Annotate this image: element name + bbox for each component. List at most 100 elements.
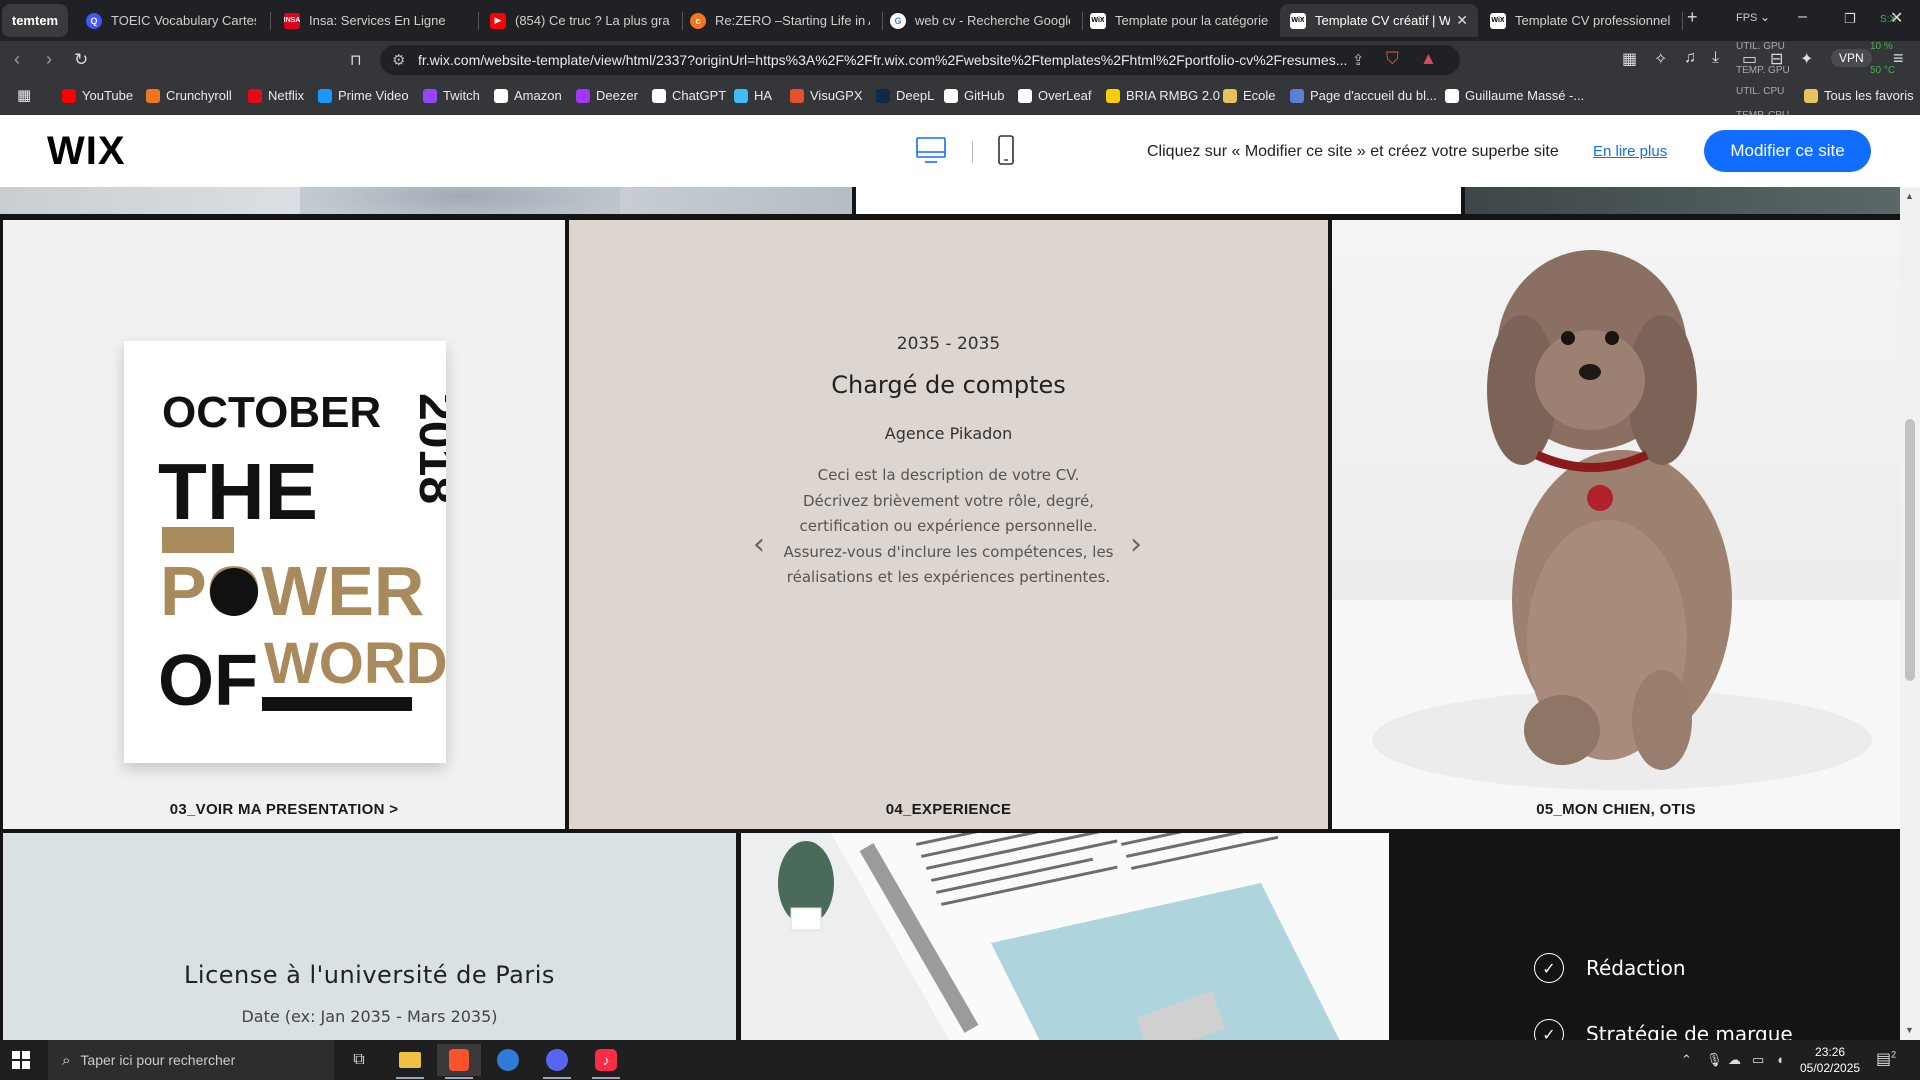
poster-word-power: POWER bbox=[160, 552, 424, 630]
tab-search-chevron-icon[interactable]: ⌄ bbox=[1760, 10, 1770, 24]
slider-next-arrow-icon[interactable]: › bbox=[1130, 527, 1142, 562]
edit-site-button[interactable]: Modifier ce site bbox=[1704, 130, 1871, 172]
education-date: Date (ex: Jan 2035 - Mars 2035) bbox=[241, 1007, 498, 1026]
windows-start-icon[interactable] bbox=[12, 1051, 30, 1069]
reload-icon[interactable]: ↻ bbox=[74, 50, 88, 70]
new-tab-icon[interactable]: + bbox=[1687, 7, 1698, 28]
read-more-link[interactable]: En lire plus bbox=[1593, 143, 1667, 160]
close-tab-icon[interactable]: ✕ bbox=[1456, 12, 1468, 29]
discord-icon[interactable] bbox=[535, 1044, 579, 1079]
tab-template-cv-creatif[interactable]: WiX Template CV créatif | Wi ✕ bbox=[1280, 4, 1478, 37]
system-clock[interactable]: 23:26 05/02/2025 bbox=[1800, 1044, 1860, 1076]
extensions-icon[interactable]: ✧ bbox=[1654, 49, 1667, 69]
presentation-tile[interactable]: OCTOBER 2018 THE POWER OF WORDS 03_VOIR … bbox=[3, 220, 565, 829]
minimize-icon[interactable]: – bbox=[1798, 8, 1807, 26]
tab-google-search[interactable]: G web cv - Recherche Google bbox=[880, 4, 1080, 37]
bookmark-label: Deezer bbox=[596, 88, 638, 103]
bookmark-label: VisuGPX bbox=[810, 88, 863, 103]
tab-toeic[interactable]: Q TOEIC Vocabulary Cartes | Qu bbox=[76, 4, 266, 37]
bookmark-item[interactable]: VisuGPX bbox=[790, 88, 863, 103]
overlay-util-cpu: UTIL. CPU bbox=[1736, 86, 1785, 97]
crunchyroll-icon: c bbox=[690, 12, 706, 29]
scroll-down-icon[interactable]: ▼ bbox=[1905, 1025, 1914, 1035]
media-icon[interactable]: ♫ bbox=[1684, 49, 1696, 67]
overlay-temp-gpu: TEMP. GPU bbox=[1736, 65, 1790, 76]
bookmark-item[interactable]: Twitch bbox=[423, 88, 480, 103]
overlay-temp-gpu-value: 50 °C bbox=[1870, 65, 1896, 76]
brave-browser-icon[interactable] bbox=[437, 1044, 481, 1079]
all-favorites[interactable]: Tous les favoris bbox=[1804, 88, 1914, 103]
apps-grid-icon[interactable]: ▦ bbox=[17, 86, 31, 104]
bookmark-item[interactable]: Guillaume Massé -... bbox=[1445, 88, 1584, 103]
tab-title: temtem bbox=[11, 13, 59, 28]
scroll-up-icon[interactable]: ▲ bbox=[1905, 191, 1914, 201]
bookmark-label: OverLeaf bbox=[1038, 88, 1092, 103]
restore-icon[interactable]: ❐ bbox=[1844, 11, 1856, 27]
bookmark-item[interactable]: Prime Video bbox=[318, 88, 409, 103]
tab-template-cv-pro[interactable]: WiX Template CV professionnel | bbox=[1480, 4, 1680, 37]
bookmark-icon[interactable]: ⊓ bbox=[350, 51, 362, 69]
tab-group-temtem[interactable]: temtem bbox=[2, 4, 68, 37]
description-line: Décrivez brièvement votre rôle, degré, bbox=[802, 491, 1095, 510]
network-icon[interactable]: ▭ bbox=[1752, 1052, 1764, 1068]
microphone-icon[interactable]: 🎙︎ bbox=[1706, 1052, 1723, 1068]
bookmark-item[interactable]: Amazon bbox=[494, 88, 562, 103]
bookmark-item[interactable]: Deezer bbox=[576, 88, 638, 103]
leo-ai-icon[interactable]: ✦ bbox=[1800, 49, 1813, 69]
tab-title: Template CV professionnel | bbox=[1515, 13, 1670, 28]
taskbar-search[interactable]: ⌕ Taper ici pour rechercher bbox=[48, 1040, 334, 1080]
bookmark-item[interactable]: GitHub bbox=[944, 88, 1004, 103]
back-icon[interactable]: ‹ bbox=[14, 49, 20, 70]
tab-insa[interactable]: INSA Insa: Services En Ligne bbox=[274, 4, 474, 37]
tray-expand-icon[interactable]: ⌃ bbox=[1681, 1052, 1692, 1068]
vpn-button[interactable]: VPN bbox=[1831, 49, 1872, 67]
dog-label[interactable]: 05_MON CHIEN, OTIS bbox=[1332, 801, 1900, 818]
bookmark-item[interactable]: Page d'accueil du bl... bbox=[1290, 88, 1437, 103]
download-icon[interactable]: ⤓ bbox=[1712, 49, 1719, 67]
desktop-view-icon[interactable] bbox=[916, 135, 946, 165]
bookmark-item[interactable]: Crunchyroll bbox=[146, 88, 232, 103]
bookmark-item[interactable]: YouTube bbox=[62, 88, 133, 103]
mobile-view-icon[interactable] bbox=[996, 135, 1016, 165]
bookmark-item[interactable]: Netflix bbox=[248, 88, 304, 103]
overleaf-icon bbox=[1018, 88, 1032, 103]
check-circle-icon: ✓ bbox=[1534, 953, 1564, 983]
bookmark-item[interactable]: HA bbox=[734, 88, 772, 103]
dog-tile[interactable]: 05_MON CHIEN, OTIS bbox=[1332, 220, 1900, 829]
scroll-thumb[interactable] bbox=[1905, 419, 1915, 681]
apple-music-icon[interactable]: ♪ bbox=[584, 1044, 628, 1079]
slider-prev-arrow-icon[interactable]: ‹ bbox=[753, 527, 765, 562]
tab-rezero[interactable]: c Re:ZERO –Starting Life in Ano bbox=[680, 4, 880, 37]
experience-label[interactable]: 04_EXPERIENCE bbox=[569, 801, 1328, 818]
bookmark-item[interactable]: DeepL bbox=[876, 88, 934, 103]
bookmark-item[interactable]: ChatGPT bbox=[652, 88, 726, 103]
forward-icon[interactable]: › bbox=[46, 49, 52, 70]
bookmark-label: Crunchyroll bbox=[166, 88, 232, 103]
volume-icon[interactable]: ◖ bbox=[1776, 1052, 1784, 1067]
education-title: License à l'université de Paris bbox=[184, 961, 555, 989]
file-explorer-icon[interactable] bbox=[388, 1044, 432, 1079]
thunderbird-icon[interactable] bbox=[486, 1044, 530, 1076]
documents-photo-tile bbox=[741, 833, 1389, 1040]
share-icon[interactable]: ⇪ bbox=[1352, 51, 1365, 69]
onedrive-icon[interactable]: ☁ bbox=[1728, 1052, 1741, 1068]
presentation-label[interactable]: 03_VOIR MA PRESENTATION > bbox=[3, 801, 565, 818]
wallet-icon[interactable]: ▦ bbox=[1622, 49, 1637, 69]
bookmark-item[interactable]: Ecole bbox=[1223, 88, 1276, 103]
bookmark-item[interactable]: OverLeaf bbox=[1018, 88, 1091, 103]
top-white-tile bbox=[856, 187, 1461, 214]
site-settings-icon[interactable]: ⚙ bbox=[392, 51, 405, 69]
tab-template-categorie[interactable]: WiX Template pour la catégorie C bbox=[1080, 4, 1280, 37]
task-view-icon[interactable]: ⧉ bbox=[337, 1044, 381, 1076]
bookmark-item[interactable]: BRIA RMBG 2.0 bbox=[1106, 88, 1220, 103]
brave-shields-icon[interactable]: ⛉ bbox=[1386, 49, 1399, 69]
tab-youtube-video[interactable]: ▶ (854) Ce truc ? La plus grand bbox=[480, 4, 680, 37]
poster-word-words: WORDS bbox=[264, 631, 446, 696]
page-scrollbar[interactable]: ▲ ▼ bbox=[1900, 187, 1920, 1040]
brave-rewards-icon[interactable]: ▲ bbox=[1420, 49, 1437, 69]
notifications-icon[interactable]: ▤2 bbox=[1876, 1049, 1896, 1069]
bookmark-label: GitHub bbox=[964, 88, 1005, 103]
all-favorites-label: Tous les favoris bbox=[1824, 88, 1914, 103]
address-bar[interactable]: ⚙ fr.wix.com/website-template/view/html/… bbox=[380, 45, 1460, 75]
bookmarks-bar: ▦ YouTube Crunchyroll Netflix Prime Video Tw… bbox=[0, 79, 1920, 121]
